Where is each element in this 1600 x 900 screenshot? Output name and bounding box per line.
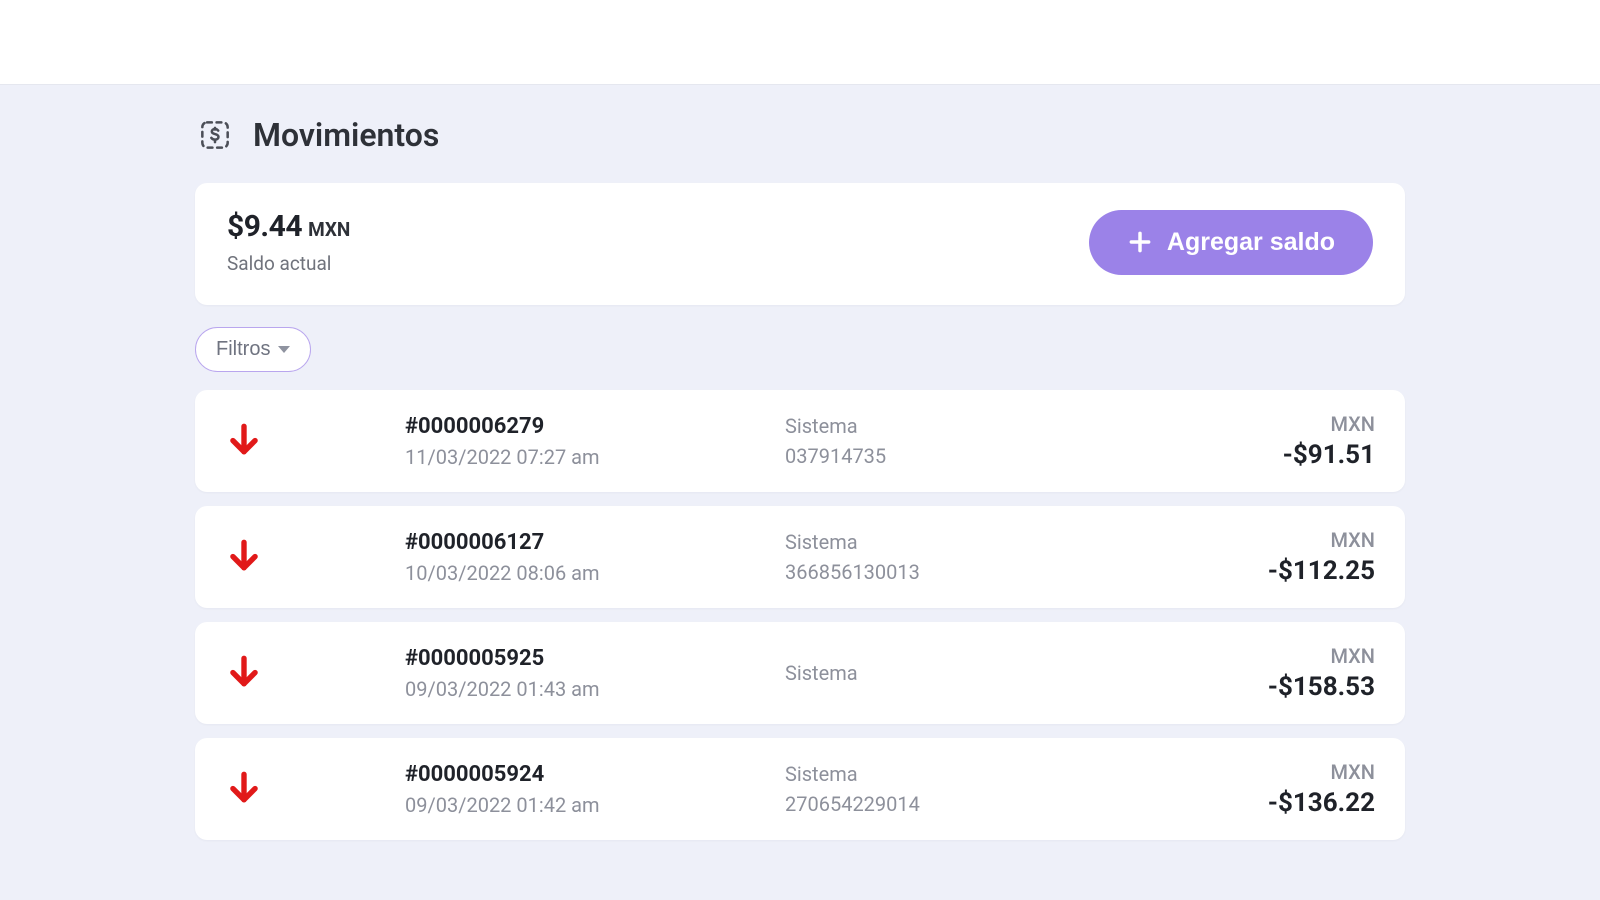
filters-label: Filtros (216, 338, 270, 361)
transactions-icon (195, 115, 235, 155)
page-title: Movimientos (253, 116, 439, 154)
transaction-currency: MXN (1331, 528, 1375, 552)
filters-row: Filtros (195, 327, 1405, 372)
transaction-system-label: Sistema (785, 661, 1115, 685)
transaction-system: Sistema 366856130013 (785, 530, 1115, 584)
transaction-direction-cell (225, 652, 405, 694)
transaction-amount-cell: MXN -$136.22 (1115, 760, 1375, 818)
arrow-down-icon (225, 652, 263, 694)
transaction-datetime: 09/03/2022 01:42 am (405, 793, 785, 817)
transaction-amount: -$136.22 (1268, 788, 1375, 818)
add-balance-label: Agregar saldo (1167, 228, 1335, 257)
transaction-system-label: Sistema (785, 530, 1115, 554)
page-header: Movimientos (195, 115, 1405, 155)
transaction-row[interactable]: #0000005924 09/03/2022 01:42 amSistema 270… (195, 738, 1405, 840)
transaction-system-ref: 366856130013 (785, 560, 1115, 584)
balance-card: $9.44 MXN Saldo actual Agregar saldo (195, 183, 1405, 305)
transaction-direction-cell (225, 420, 405, 462)
transaction-amount: -$91.51 (1283, 440, 1375, 470)
transaction-system: Sistema (785, 661, 1115, 685)
balance-amount-line: $9.44 MXN (227, 209, 350, 244)
transaction-amount-cell: MXN -$91.51 (1115, 412, 1375, 470)
transaction-system-label: Sistema (785, 762, 1115, 786)
transaction-amount-cell: MXN -$158.53 (1115, 644, 1375, 702)
transaction-main: #0000006279 11/03/2022 07:27 am (405, 414, 785, 469)
transaction-id: #0000006279 (405, 414, 785, 439)
chevron-down-icon (278, 346, 290, 353)
transaction-row[interactable]: #0000006127 10/03/2022 08:06 amSistema 366… (195, 506, 1405, 608)
transaction-datetime: 09/03/2022 01:43 am (405, 677, 785, 701)
add-balance-button[interactable]: Agregar saldo (1089, 210, 1373, 275)
transaction-main: #0000006127 10/03/2022 08:06 am (405, 530, 785, 585)
top-bar (0, 0, 1600, 85)
balance-currency: MXN (308, 218, 350, 241)
transaction-direction-cell (225, 536, 405, 578)
arrow-down-icon (225, 768, 263, 810)
balance-info: $9.44 MXN Saldo actual (227, 209, 350, 275)
transaction-row[interactable]: #000000592509/03/2022 01:43 amSistemaMXN… (195, 622, 1405, 724)
transaction-system: Sistema 037914735 (785, 414, 1115, 468)
transaction-id: #0000005925 (405, 646, 785, 671)
content-container: Movimientos $9.44 MXN Saldo actual Agreg… (195, 115, 1405, 840)
transaction-amount-cell: MXN -$112.25 (1115, 528, 1375, 586)
transaction-id: #0000005924 (405, 762, 785, 787)
arrow-down-icon (225, 536, 263, 578)
transaction-datetime: 11/03/2022 07:27 am (405, 445, 785, 469)
transaction-currency: MXN (1331, 412, 1375, 436)
transaction-id: #0000006127 (405, 530, 785, 555)
filters-button[interactable]: Filtros (195, 327, 311, 372)
transaction-system-ref: 037914735 (785, 444, 1115, 468)
transaction-currency: MXN (1331, 644, 1375, 668)
plus-icon (1127, 229, 1153, 255)
transaction-system-ref: 270654229014 (785, 792, 1115, 816)
transaction-amount: -$158.53 (1268, 672, 1375, 702)
arrow-down-icon (225, 420, 263, 462)
transaction-direction-cell (225, 768, 405, 810)
transaction-row[interactable]: #0000006279 11/03/2022 07:27 amSistema 037… (195, 390, 1405, 492)
balance-amount: $9.44 (227, 209, 302, 244)
transactions-list: #000000627911/03/2022 07:27 amSistema037… (195, 390, 1405, 840)
page-body: Movimientos $9.44 MXN Saldo actual Agreg… (0, 85, 1600, 900)
transaction-currency: MXN (1331, 760, 1375, 784)
transaction-system-label: Sistema (785, 414, 1115, 438)
transaction-datetime: 10/03/2022 08:06 am (405, 561, 785, 585)
transaction-main: #0000005924 09/03/2022 01:42 am (405, 762, 785, 817)
balance-label: Saldo actual (227, 252, 350, 275)
transaction-main: #0000005925 09/03/2022 01:43 am (405, 646, 785, 701)
transaction-system: Sistema 270654229014 (785, 762, 1115, 816)
transaction-amount: -$112.25 (1268, 556, 1375, 586)
